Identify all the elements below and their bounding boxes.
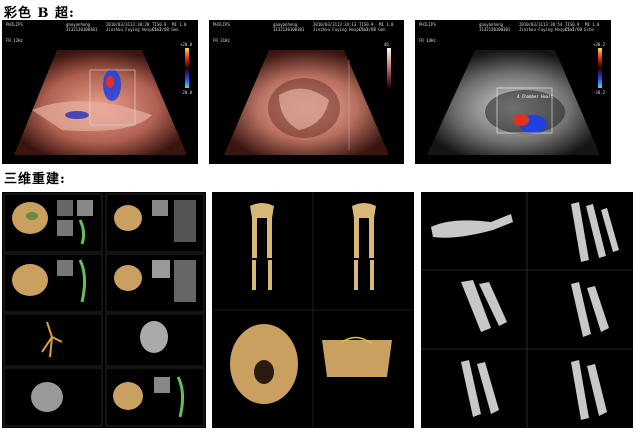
ultrasound-image-1: PHILIPS gaoyanhong 3132130100301 2010/03…: [2, 20, 198, 164]
brand-label: PHILIPS: [213, 22, 230, 27]
chamber-annotation: 4 Chamber Heart: [517, 94, 554, 99]
skeletal-3d-render: [212, 192, 414, 428]
foot-3d-render: [421, 192, 633, 428]
brand-label: PHILIPS: [6, 22, 23, 27]
reconstruction-heading: 三维重建:: [4, 172, 66, 187]
patient-id: 3132130100301: [479, 27, 511, 32]
probe-preset: C5-2/OB Gen: [152, 27, 179, 32]
gray-scale-bar: [387, 48, 391, 88]
ultrasound-scan-1: [14, 50, 187, 155]
frame-rate: FR 31Hz: [213, 38, 230, 43]
patient-id: 3132130100301: [66, 27, 98, 32]
ultrasound-image-2: PHILIPS gaoyanhong 3132130100301 2010/03…: [209, 20, 404, 164]
frame-rate: FR 12Hz: [6, 38, 23, 43]
skeletal-reconstruction: [212, 192, 414, 428]
ultrasound-scan-2: [224, 50, 389, 155]
patient-id: 3132130100301: [273, 27, 305, 32]
scale-top-value: +20.8: [180, 42, 193, 47]
color-scale-bar: [185, 48, 189, 88]
probe-preset: C5-2/OB Gen: [359, 27, 386, 32]
foot-reconstruction: [421, 192, 633, 428]
ultrasound-heading: 彩色 B 超:: [4, 6, 75, 21]
cardiac-reconstruction: [2, 192, 206, 428]
scale-bottom-value: -38.2: [593, 90, 606, 95]
scale-top-value: +38.2: [593, 42, 606, 47]
ultrasound-image-3: PHILIPS gaoyanhong 3132130100301 2010/03…: [415, 20, 611, 164]
probe-preset: C5-2/OB Echo: [565, 27, 594, 32]
scale-top-value: 46: [384, 42, 389, 47]
ultrasound-scan-3: [427, 50, 600, 155]
scale-bottom-value: -20.8: [180, 90, 193, 95]
brand-label: PHILIPS: [419, 22, 436, 27]
frame-rate: FR 14Hz: [419, 38, 436, 43]
cardiac-3d-render: [3, 193, 205, 427]
color-scale-bar: [598, 48, 602, 88]
